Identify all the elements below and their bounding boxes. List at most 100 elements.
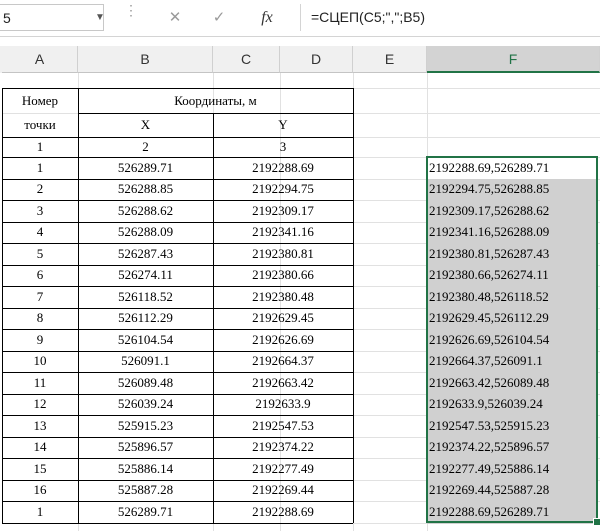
point-number-cell[interactable]: 9 [2,329,78,351]
header-number-line1[interactable]: Номер [2,88,78,113]
point-number-cell[interactable]: 16 [2,480,78,502]
point-number-cell[interactable]: 1 [2,157,78,179]
y-coordinate-cell[interactable]: 2192277.49 [213,458,353,480]
index-cell[interactable]: 1 [2,137,78,157]
table-border [2,436,353,438]
table-border [353,88,354,523]
y-coordinate-cell[interactable]: 2192288.69 [213,157,353,179]
y-coordinate-cell[interactable]: 2192288.69 [213,501,353,523]
x-coordinate-cell[interactable]: 526274.11 [78,265,213,287]
table-border [2,307,353,309]
fill-handle[interactable] [593,518,600,526]
name-box[interactable]: 5 [0,4,104,31]
point-number-cell[interactable]: 10 [2,351,78,373]
table-border [78,88,79,523]
point-number-cell[interactable]: 13 [2,415,78,437]
x-coordinate-cell[interactable]: 526089.48 [78,372,213,394]
y-coordinate-cell[interactable]: 2192664.37 [213,351,353,373]
x-coordinate-cell[interactable]: 525887.28 [78,480,213,502]
point-number-cell[interactable]: 5 [2,243,78,265]
y-coordinate-cell[interactable]: 2192626.69 [213,329,353,351]
table-border [2,286,353,287]
point-number-cell[interactable]: 11 [2,372,78,394]
column-header-c[interactable]: C [213,46,280,73]
table-border [2,178,353,180]
point-number-cell[interactable]: 2 [2,179,78,201]
y-coordinate-cell[interactable]: 2192380.81 [213,243,353,265]
selection-border [426,156,598,523]
header-x[interactable]: X [78,113,213,137]
formula-bar: 5 ▼ ⋮ ✕ ✓ fx =СЦЕП(C5;",";B5) [0,0,600,37]
y-coordinate-cell[interactable]: 2192629.45 [213,308,353,330]
column-header-d[interactable]: D [280,46,353,73]
table-border [2,372,353,373]
table-border [2,329,353,330]
table-border [2,137,353,138]
point-number-cell[interactable]: 15 [2,458,78,480]
point-number-cell[interactable]: 6 [2,265,78,287]
table-border [2,221,353,223]
x-coordinate-cell[interactable]: 525915.23 [78,415,213,437]
index-cell[interactable]: 2 [78,137,213,157]
table-border [78,113,353,114]
point-number-cell[interactable]: 1 [2,501,78,523]
x-coordinate-cell[interactable]: 526112.29 [78,308,213,330]
header-number-line2[interactable]: точки [2,113,78,137]
point-number-cell[interactable]: 8 [2,308,78,330]
worksheet-grid[interactable]: Номер точки Координаты, м X Y 1 2 3 1 526… [0,73,600,531]
table-border [2,479,353,481]
table-border [2,264,353,266]
y-coordinate-cell[interactable]: 2192547.53 [213,415,353,437]
x-coordinate-cell[interactable]: 526289.71 [78,501,213,523]
x-coordinate-cell[interactable]: 526287.43 [78,243,213,265]
chevron-down-icon[interactable]: ▼ [92,4,108,31]
cancel-button[interactable]: ✕ [162,6,188,30]
x-coordinate-cell[interactable]: 526039.24 [78,394,213,416]
table-border [2,415,353,416]
x-coordinate-cell[interactable]: 526288.09 [78,222,213,244]
y-coordinate-cell[interactable]: 2192374.22 [213,437,353,459]
table-border [2,458,353,459]
header-y[interactable]: Y [213,113,353,137]
enter-button[interactable]: ✓ [206,6,232,30]
y-coordinate-cell[interactable]: 2192663.42 [213,372,353,394]
y-coordinate-cell[interactable]: 2192380.66 [213,265,353,287]
table-border [213,113,214,523]
y-coordinate-cell[interactable]: 2192380.48 [213,286,353,308]
x-coordinate-cell[interactable]: 526091.1 [78,351,213,373]
table-border [2,200,353,201]
x-coordinate-cell[interactable]: 526288.85 [78,179,213,201]
x-coordinate-cell[interactable]: 526289.71 [78,157,213,179]
x-coordinate-cell[interactable]: 526118.52 [78,286,213,308]
y-coordinate-cell[interactable]: 2192309.17 [213,200,353,222]
x-coordinate-cell[interactable]: 525896.57 [78,437,213,459]
header-coordinates[interactable]: Координаты, м [78,88,353,113]
y-coordinate-cell[interactable]: 2192341.16 [213,222,353,244]
point-number-cell[interactable]: 4 [2,222,78,244]
table-border [2,393,353,395]
x-coordinate-cell[interactable]: 525886.14 [78,458,213,480]
drag-handle-icon[interactable]: ⋮ [124,3,138,30]
point-number-cell[interactable]: 12 [2,394,78,416]
table-border [2,88,3,523]
column-header-f[interactable]: F [427,46,600,73]
column-header-b[interactable]: B [78,46,213,73]
insert-function-button[interactable]: fx [254,6,280,30]
x-coordinate-cell[interactable]: 526288.62 [78,200,213,222]
point-number-cell[interactable]: 14 [2,437,78,459]
column-header-a[interactable]: A [2,46,78,73]
x-coordinate-cell[interactable]: 526104.54 [78,329,213,351]
table-border [2,157,353,158]
table-border [2,243,353,244]
point-number-cell[interactable]: 3 [2,200,78,222]
index-cell[interactable]: 3 [213,137,353,157]
column-header-e[interactable]: E [353,46,427,73]
y-coordinate-cell[interactable]: 2192633.9 [213,394,353,416]
table-border [2,522,353,524]
table-border [2,350,353,352]
point-number-cell[interactable]: 7 [2,286,78,308]
formula-input[interactable]: =СЦЕП(C5;",";B5) [300,4,600,31]
y-coordinate-cell[interactable]: 2192294.75 [213,179,353,201]
table-border [2,88,353,89]
y-coordinate-cell[interactable]: 2192269.44 [213,480,353,502]
